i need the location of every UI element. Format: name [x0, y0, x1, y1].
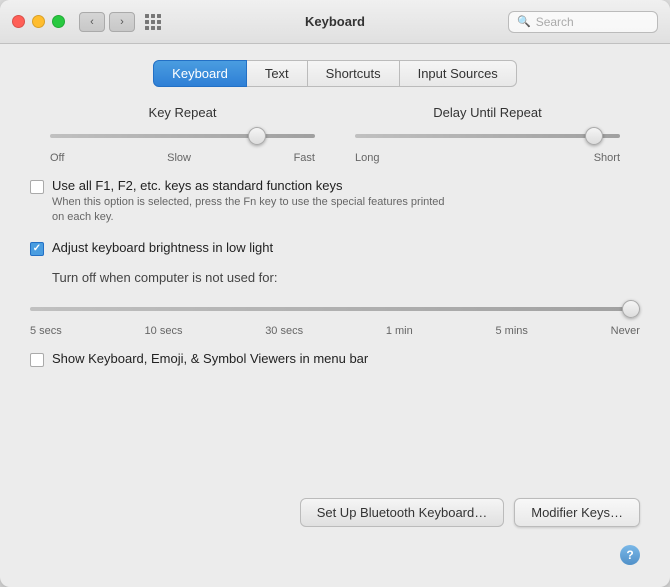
fn-keys-sublabel: When this option is selected, press the …	[52, 195, 452, 226]
key-repeat-group: Key Repeat Off Slow Fast	[50, 105, 315, 164]
fn-keys-option: Use all F1, F2, etc. keys as standard fu…	[20, 178, 650, 226]
delay-repeat-group: Delay Until Repeat Long Short	[355, 105, 620, 164]
forward-button[interactable]: ›	[109, 12, 135, 32]
fn-keys-text-group: Use all F1, F2, etc. keys as standard fu…	[52, 178, 452, 226]
key-repeat-track	[50, 134, 315, 138]
keyboard-window: ‹ › Keyboard 🔍 Search Keyboard Text Shor…	[0, 0, 670, 587]
brightness-checkbox[interactable]: ✓	[30, 242, 44, 256]
checkmark-icon: ✓	[33, 243, 41, 254]
spacer	[20, 381, 650, 476]
keyboard-viewer-label: Show Keyboard, Emoji, & Symbol Viewers i…	[52, 351, 368, 366]
idle-slider-group: Turn off when computer is not used for: …	[20, 270, 650, 337]
idle-label-0: 5 secs	[30, 325, 62, 337]
delay-repeat-max: Short	[594, 152, 620, 164]
top-sliders: Key Repeat Off Slow Fast Delay Until Rep…	[20, 105, 650, 164]
idle-slider-track	[30, 307, 640, 311]
idle-label: Turn off when computer is not used for:	[52, 270, 640, 285]
key-repeat-mid: Slow	[167, 152, 191, 164]
key-repeat-thumb[interactable]	[248, 127, 266, 145]
delay-repeat-sublabels: Long Short	[355, 152, 620, 164]
titlebar: ‹ › Keyboard 🔍 Search	[0, 0, 670, 44]
nav-buttons: ‹ ›	[79, 12, 135, 32]
delay-repeat-thumb[interactable]	[585, 127, 603, 145]
maximize-button[interactable]	[52, 15, 65, 28]
modifier-keys-button[interactable]: Modifier Keys…	[514, 498, 640, 527]
key-repeat-min: Off	[50, 152, 64, 164]
idle-slider[interactable]	[30, 299, 640, 319]
fn-keys-checkbox[interactable]	[30, 180, 44, 194]
bottom-buttons: Set Up Bluetooth Keyboard… Modifier Keys…	[20, 490, 650, 531]
delay-repeat-min: Long	[355, 152, 379, 164]
idle-label-3: 1 min	[386, 325, 413, 337]
brightness-label: Adjust keyboard brightness in low light	[52, 240, 273, 255]
brightness-option: ✓ Adjust keyboard brightness in low ligh…	[20, 240, 650, 256]
window-title: Keyboard	[305, 14, 365, 29]
idle-label-4: 5 mins	[495, 325, 527, 337]
bluetooth-button[interactable]: Set Up Bluetooth Keyboard…	[300, 498, 505, 527]
help-button[interactable]: ?	[620, 545, 640, 565]
traffic-lights	[12, 15, 65, 28]
search-placeholder: Search	[536, 15, 574, 29]
tab-shortcuts[interactable]: Shortcuts	[308, 60, 400, 87]
idle-sublabels: 5 secs 10 secs 30 secs 1 min 5 mins Neve…	[30, 325, 640, 337]
tabs-bar: Keyboard Text Shortcuts Input Sources	[20, 60, 650, 87]
tab-text[interactable]: Text	[247, 60, 308, 87]
key-repeat-slider[interactable]	[50, 126, 315, 146]
help-area: ?	[20, 545, 650, 571]
idle-slider-thumb[interactable]	[622, 300, 640, 318]
delay-repeat-label: Delay Until Repeat	[355, 105, 620, 120]
minimize-button[interactable]	[32, 15, 45, 28]
close-button[interactable]	[12, 15, 25, 28]
tab-keyboard[interactable]: Keyboard	[153, 60, 247, 87]
idle-label-1: 10 secs	[145, 325, 183, 337]
back-button[interactable]: ‹	[79, 12, 105, 32]
content-area: Keyboard Text Shortcuts Input Sources Ke…	[0, 44, 670, 587]
search-icon: 🔍	[517, 15, 531, 28]
key-repeat-sublabels: Off Slow Fast	[50, 152, 315, 164]
keyboard-viewer-option: Show Keyboard, Emoji, & Symbol Viewers i…	[20, 351, 650, 367]
tab-input-sources[interactable]: Input Sources	[400, 60, 517, 87]
search-box[interactable]: 🔍 Search	[508, 11, 658, 33]
key-repeat-max: Fast	[294, 152, 315, 164]
idle-label-5: Never	[611, 325, 640, 337]
delay-repeat-track	[355, 134, 620, 138]
grid-icon[interactable]	[145, 14, 161, 30]
idle-label-2: 30 secs	[265, 325, 303, 337]
delay-repeat-slider[interactable]	[355, 126, 620, 146]
key-repeat-label: Key Repeat	[50, 105, 315, 120]
fn-keys-label: Use all F1, F2, etc. keys as standard fu…	[52, 178, 452, 193]
keyboard-viewer-checkbox[interactable]	[30, 353, 44, 367]
